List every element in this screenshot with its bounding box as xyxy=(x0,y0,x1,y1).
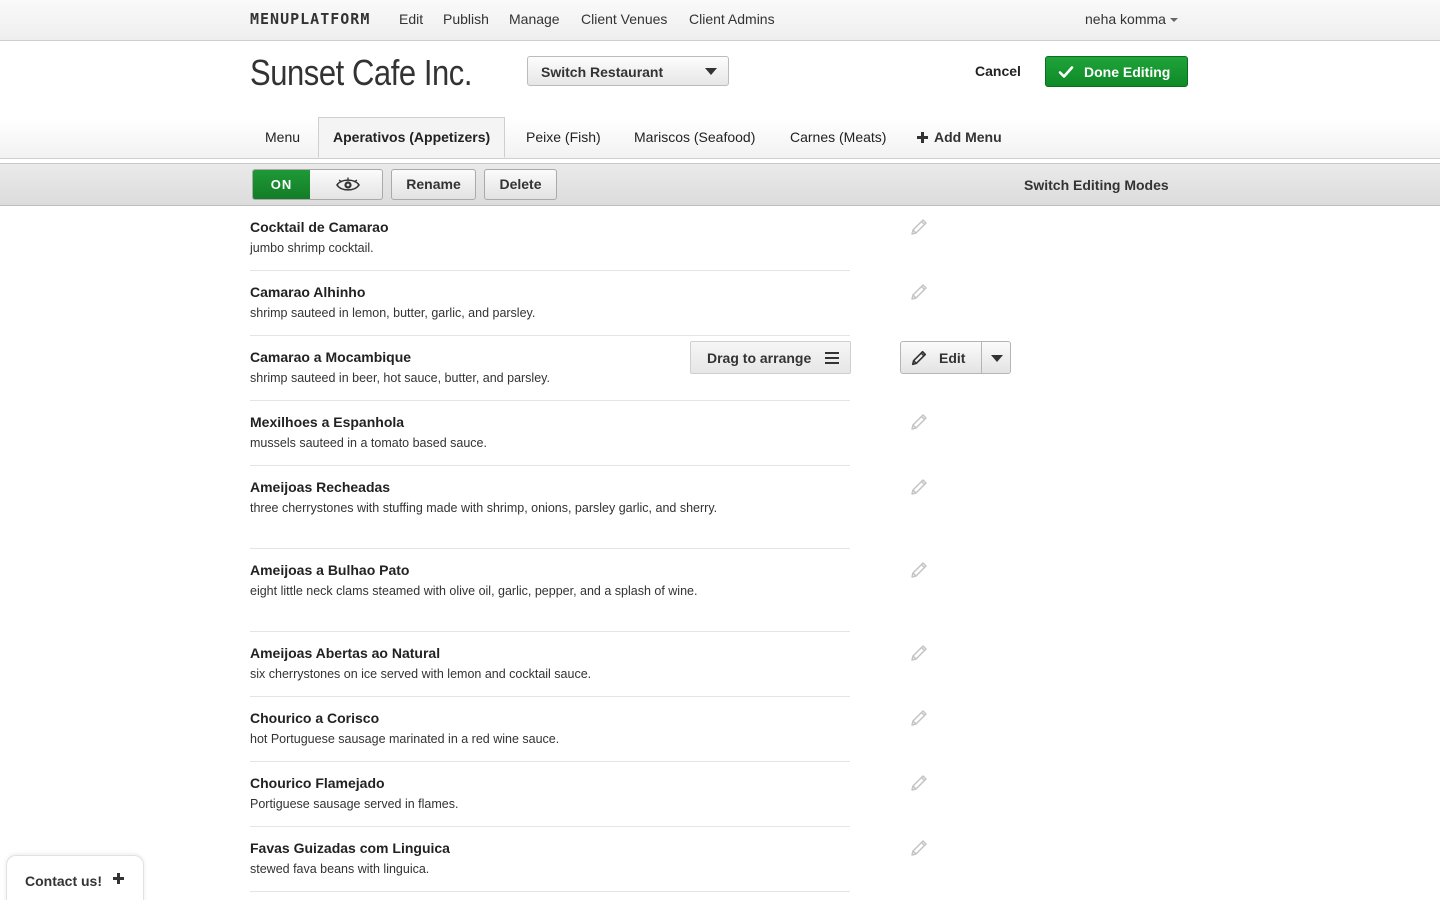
divider xyxy=(981,342,982,373)
tab-peixe[interactable]: Peixe (Fish) xyxy=(526,129,601,145)
eye-icon xyxy=(336,177,360,191)
done-editing-button[interactable]: Done Editing xyxy=(1045,56,1188,87)
nav-link-client-admins[interactable]: Client Admins xyxy=(689,11,775,27)
pencil-icon xyxy=(911,350,927,366)
caret-down-icon[interactable] xyxy=(991,355,1003,362)
edit-button-group: Edit xyxy=(900,341,1011,374)
drag-label: Drag to arrange xyxy=(707,350,812,366)
item-name: Ameijoas Recheadas xyxy=(250,479,391,495)
item-name: Favas Guizadas com Linguica xyxy=(250,840,450,856)
pencil-icon[interactable] xyxy=(909,282,929,302)
item-description: three cherrystones with stuffing made wi… xyxy=(250,501,718,515)
cancel-button[interactable]: Cancel xyxy=(975,63,1021,79)
pencil-icon[interactable] xyxy=(909,708,929,728)
hamburger-icon xyxy=(825,352,839,364)
editing-toolbar: ON Rename Delete Switch Editing Modes xyxy=(0,163,1440,206)
pencil-icon[interactable] xyxy=(909,643,929,663)
menu-item[interactable]: Favas Guizadas com Linguica stewed fava … xyxy=(250,827,850,892)
item-description: shrimp sauteed in lemon, butter, garlic,… xyxy=(250,306,536,320)
done-editing-label: Done Editing xyxy=(1084,64,1171,80)
tab-menu[interactable]: Menu xyxy=(265,129,300,145)
nav-link-client-venues[interactable]: Client Venues xyxy=(581,11,667,27)
caret-down-icon xyxy=(705,68,717,75)
rename-button[interactable]: Rename xyxy=(391,169,476,200)
plus-icon xyxy=(113,873,124,884)
nav-link-manage[interactable]: Manage xyxy=(509,11,560,27)
delete-button[interactable]: Delete xyxy=(484,169,557,200)
contact-label: Contact us! xyxy=(25,873,102,889)
page-title: Sunset Cafe Inc. xyxy=(250,52,473,93)
top-navbar: MENUPLATFORM Edit Publish Manage Client … xyxy=(0,0,1440,41)
item-description: shrimp sauteed in beer, hot sauce, butte… xyxy=(250,371,550,385)
menu-tabs: Menu Aperativos (Appetizers) Peixe (Fish… xyxy=(0,117,1440,159)
menu-item[interactable]: Chourico Flamejado Portiguese sausage se… xyxy=(250,762,850,827)
nav-link-publish[interactable]: Publish xyxy=(443,11,489,27)
item-description: six cherrystones on ice served with lemo… xyxy=(250,667,592,681)
tab-carnes[interactable]: Carnes (Meats) xyxy=(790,129,886,145)
item-name: Chourico a Corisco xyxy=(250,710,380,726)
pencil-icon[interactable] xyxy=(909,217,929,237)
menu-item[interactable]: Camarao Alhinho shrimp sauteed in lemon,… xyxy=(250,271,850,336)
menu-item[interactable]: Mexilhoes a Espanhola mussels sauteed in… xyxy=(250,401,850,466)
user-menu[interactable]: neha komma xyxy=(1085,11,1178,27)
menu-item[interactable]: Chourico a Corisco hot Portuguese sausag… xyxy=(250,697,850,762)
item-description: hot Portuguese sausage marinated in a re… xyxy=(250,732,560,746)
menu-item[interactable]: Ameijoas Abertas ao Natural six cherryst… xyxy=(250,632,850,697)
plus-icon xyxy=(917,132,928,143)
contact-widget[interactable]: Contact us! xyxy=(6,855,144,900)
menu-item[interactable]: Ameijoas Recheadas three cherrystones wi… xyxy=(250,466,850,549)
chevron-down-icon xyxy=(1169,18,1178,23)
item-name: Mexilhoes a Espanhola xyxy=(250,414,405,430)
edit-label: Edit xyxy=(939,350,966,366)
visibility-toggle[interactable]: ON xyxy=(252,169,383,200)
item-name: Chourico Flamejado xyxy=(250,775,385,791)
item-name: Cocktail de Camarao xyxy=(250,219,389,235)
switch-editing-modes-link[interactable]: Switch Editing Modes xyxy=(1024,177,1169,193)
item-name: Ameijoas a Bulhao Pato xyxy=(250,562,410,578)
tab-mariscos[interactable]: Mariscos (Seafood) xyxy=(634,129,755,145)
item-description: stewed fava beans with linguica. xyxy=(250,862,430,876)
pencil-icon[interactable] xyxy=(909,477,929,497)
add-menu-button[interactable]: Add Menu xyxy=(917,129,1002,145)
item-description: eight little neck clams steamed with oli… xyxy=(250,584,698,598)
item-name: Camarao Alhinho xyxy=(250,284,366,300)
tab-aperativos[interactable]: Aperativos (Appetizers) xyxy=(318,117,506,158)
item-description: jumbo shrimp cocktail. xyxy=(250,241,374,255)
toggle-on-label: ON xyxy=(253,170,310,199)
switch-restaurant-label: Switch Restaurant xyxy=(541,64,664,80)
pencil-icon[interactable] xyxy=(909,773,929,793)
check-icon xyxy=(1058,66,1074,78)
item-name: Camarao a Mocambique xyxy=(250,349,412,365)
item-description: mussels sauteed in a tomato based sauce. xyxy=(250,436,487,450)
pencil-icon[interactable] xyxy=(909,412,929,432)
item-name: Ameijoas Abertas ao Natural xyxy=(250,645,441,661)
switch-restaurant-dropdown[interactable]: Switch Restaurant xyxy=(527,56,729,86)
user-name: neha komma xyxy=(1085,11,1166,27)
menu-item[interactable]: Cocktail de Camarao jumbo shrimp cocktai… xyxy=(250,206,850,271)
brand-logo[interactable]: MENUPLATFORM xyxy=(250,10,370,28)
menu-item[interactable]: Ameijoas a Bulhao Pato eight little neck… xyxy=(250,549,850,632)
pencil-icon[interactable] xyxy=(909,560,929,580)
item-description: Portiguese sausage served in flames. xyxy=(250,797,459,811)
drag-to-arrange-handle[interactable]: Drag to arrange xyxy=(690,341,851,374)
add-menu-label: Add Menu xyxy=(934,129,1002,145)
pencil-icon[interactable] xyxy=(909,838,929,858)
nav-link-edit[interactable]: Edit xyxy=(399,11,423,27)
